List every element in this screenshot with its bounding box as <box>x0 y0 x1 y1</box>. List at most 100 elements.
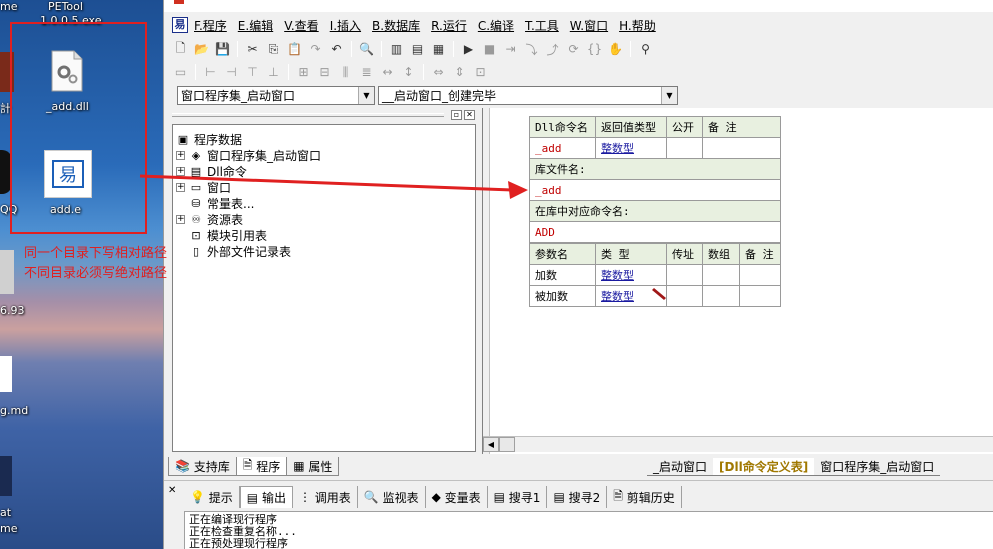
layout-icon[interactable]: ▤ <box>407 39 428 59</box>
step-out-icon[interactable]: ⤴ <box>542 39 563 59</box>
param-byref-cell[interactable] <box>666 285 703 307</box>
tab-dll-definitions[interactable]: [Dll命令定义表] <box>713 457 815 476</box>
run-to-cursor-icon[interactable]: ⟳ <box>563 39 584 59</box>
param-byref-cell[interactable] <box>666 264 703 286</box>
save-icon[interactable]: 💾 <box>212 39 233 59</box>
step-into-icon[interactable]: ⤵ <box>521 39 542 59</box>
tab-program[interactable]: 🗎 程序 <box>235 457 288 476</box>
step-icon[interactable]: ⇥ <box>500 39 521 59</box>
align-left-icon[interactable]: ⊢ <box>200 62 221 82</box>
param-type-cell[interactable]: 整数型 <box>595 264 667 286</box>
panel-grip[interactable] <box>172 113 444 117</box>
param-remark-cell[interactable] <box>739 264 781 286</box>
param-array-cell[interactable] <box>702 285 740 307</box>
tree-item-module-refs[interactable]: ⊡ 模块引用表 <box>188 227 267 243</box>
center-vertical-icon[interactable]: ⊟ <box>314 62 335 82</box>
align-right-icon[interactable]: ⊣ <box>221 62 242 82</box>
close-icon[interactable]: ✕ <box>168 485 176 496</box>
binoculars-icon[interactable]: ⚲ <box>635 39 656 59</box>
remark-cell[interactable] <box>702 137 781 159</box>
scroll-left-icon[interactable]: ◀ <box>483 437 499 452</box>
braces-icon[interactable]: {} <box>584 39 605 59</box>
expand-icon[interactable]: + <box>176 182 185 192</box>
tab-window-module[interactable]: 窗口程序集_启动窗口 <box>814 458 941 476</box>
hand-icon[interactable]: ✋ <box>605 39 626 59</box>
space-horizontal-icon[interactable]: ⫼ <box>335 62 356 82</box>
tab-support-library[interactable]: 📚 支持库 <box>168 457 237 476</box>
param-name-cell[interactable]: 被加数 <box>529 285 596 307</box>
center-horizontal-icon[interactable]: ⊞ <box>293 62 314 82</box>
dll-command-name-cell[interactable]: _add <box>529 137 596 159</box>
dll-definition-editor[interactable]: Dll命令名 返回值类型 公开 备 注 _add 整数型 库文件名: _add … <box>482 108 993 454</box>
expand-icon[interactable]: + <box>176 150 185 160</box>
expand-icon[interactable]: + <box>176 166 185 176</box>
tree-item-module[interactable]: + ◈ 窗口程序集_启动窗口 <box>176 147 321 163</box>
menu-edit[interactable]: E.编辑 <box>238 17 273 34</box>
param-array-cell[interactable] <box>702 264 740 286</box>
menu-tools[interactable]: T.工具 <box>525 17 559 34</box>
tab-properties[interactable]: ▦ 属性 <box>286 457 340 476</box>
tree-item-constants[interactable]: ⛁ 常量表... <box>188 195 254 211</box>
desktop-app-icon[interactable] <box>0 456 12 496</box>
lib-file-value[interactable]: _add <box>529 179 781 201</box>
same-height-icon[interactable]: ↕ <box>398 62 419 82</box>
same-size-icon[interactable]: ⇔ <box>428 62 449 82</box>
menu-help[interactable]: H.帮助 <box>619 17 656 34</box>
menu-window[interactable]: W.窗口 <box>570 17 608 34</box>
tree-item-dll-commands[interactable]: + ▤ Dll命令 <box>176 163 247 179</box>
close-icon[interactable]: ✕ <box>464 110 475 120</box>
menu-run[interactable]: R.运行 <box>431 17 467 34</box>
menu-program[interactable]: F.程序 <box>194 17 227 34</box>
resize-icon[interactable]: ⇕ <box>449 62 470 82</box>
new-file-icon[interactable]: 🗋 <box>170 39 191 59</box>
scroll-thumb[interactable] <box>499 437 515 452</box>
same-width-icon[interactable]: ↔ <box>377 62 398 82</box>
align-bottom-icon[interactable]: ⊥ <box>263 62 284 82</box>
tab-startup-window[interactable]: _启动窗口 <box>647 458 714 476</box>
tab-call-stack[interactable]: ⋮ 调用表 <box>293 486 358 508</box>
stop-icon[interactable]: ■ <box>479 39 500 59</box>
tab-watch[interactable]: 🔍 监视表 <box>358 486 426 508</box>
app-menu-icon[interactable]: 易 <box>172 17 188 33</box>
cut-icon[interactable]: ✂ <box>242 39 263 59</box>
tab-search-2[interactable]: ▤ 搜寻2 <box>547 486 608 508</box>
tree-root[interactable]: ▣ 程序数据 <box>175 131 242 147</box>
undo-icon[interactable]: ↶ <box>326 39 347 59</box>
param-remark-cell[interactable] <box>739 285 781 307</box>
align-icon[interactable]: ▭ <box>170 62 191 82</box>
tab-clip-history[interactable]: 🗎 剪辑历史 <box>607 486 682 508</box>
menu-view[interactable]: V.查看 <box>284 17 318 34</box>
tab-hint[interactable]: 💡 提示 <box>184 486 240 508</box>
tree-item-external-files[interactable]: ▯ 外部文件记录表 <box>188 243 291 259</box>
horizontal-scrollbar[interactable]: ◀ <box>483 436 993 452</box>
subroutine-select[interactable]: __启动窗口_创建完毕 ▼ <box>378 86 678 105</box>
tab-output[interactable]: ▤ 输出 <box>239 486 293 508</box>
tab-variables[interactable]: ◆ 变量表 <box>426 486 488 508</box>
output-log[interactable]: 正在编译现行程序 正在检查重复名称... 正在预处理现行程序 <box>184 511 993 549</box>
menu-insert[interactable]: I.插入 <box>330 17 361 34</box>
tab-search-1[interactable]: ▤ 搜寻1 <box>488 486 548 508</box>
desktop-app-icon[interactable] <box>0 250 14 294</box>
run-icon[interactable]: ▶ <box>458 39 479 59</box>
redo-icon[interactable]: ↷ <box>305 39 326 59</box>
grid-icon[interactable]: ⊡ <box>470 62 491 82</box>
menu-database[interactable]: B.数据库 <box>372 17 420 34</box>
markdown-file-icon[interactable] <box>0 356 12 392</box>
layout-icon[interactable]: ▥ <box>386 39 407 59</box>
align-top-icon[interactable]: ⊤ <box>242 62 263 82</box>
tree-item-resources[interactable]: + ♾ 资源表 <box>176 211 243 227</box>
space-vertical-icon[interactable]: ≣ <box>356 62 377 82</box>
menu-compile[interactable]: C.编译 <box>478 17 514 34</box>
expand-icon[interactable]: + <box>176 214 185 224</box>
chevron-down-icon[interactable]: ▼ <box>358 87 374 104</box>
layout-icon[interactable]: ▦ <box>428 39 449 59</box>
module-select[interactable]: 窗口程序集_启动窗口 ▼ <box>177 86 375 105</box>
chevron-down-icon[interactable]: ▼ <box>661 87 677 104</box>
public-cell[interactable] <box>666 137 703 159</box>
find-icon[interactable]: 🔍 <box>356 39 377 59</box>
open-folder-icon[interactable]: 📂 <box>191 39 212 59</box>
panel-restore-icon[interactable]: ▫ <box>451 110 462 120</box>
lib-command-value[interactable]: ADD <box>529 221 781 243</box>
tree-item-window[interactable]: + ▭ 窗口 <box>176 179 231 195</box>
paste-icon[interactable]: 📋 <box>284 39 305 59</box>
